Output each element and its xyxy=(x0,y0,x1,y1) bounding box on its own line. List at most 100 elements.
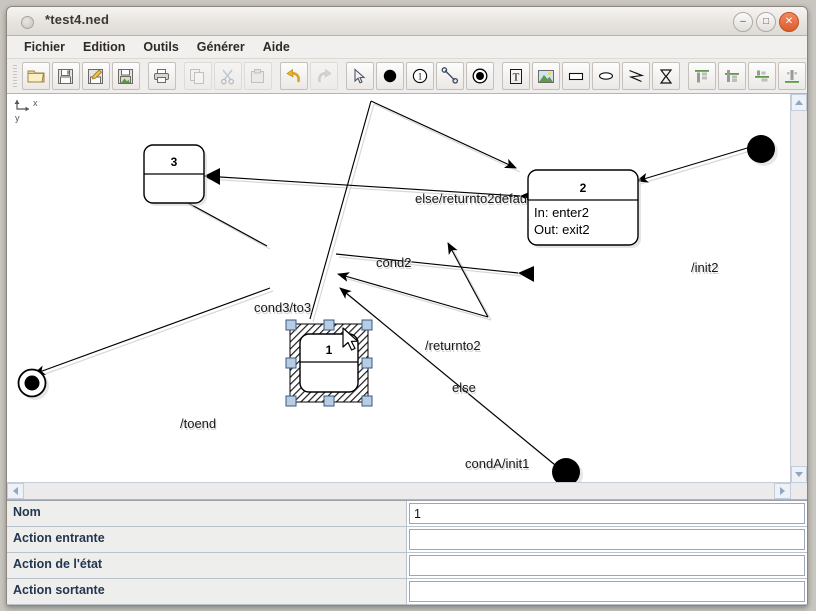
menu-fichier[interactable]: Fichier xyxy=(15,38,74,56)
application-window: *test4.ned – □ ✕ Fichier Edition Outils … xyxy=(6,6,808,606)
toolbar: 1 T xyxy=(7,59,807,94)
polyline-tool-button[interactable] xyxy=(622,62,650,90)
state-icon: 1 xyxy=(411,67,429,85)
action-entrante-input[interactable] xyxy=(409,529,805,550)
window-menu-icon[interactable] xyxy=(21,16,34,29)
transition-line xyxy=(371,101,516,168)
property-table: Nom Action entrante Action de l'état Act… xyxy=(7,500,807,606)
paste-button[interactable] xyxy=(244,62,272,90)
minimize-button[interactable]: – xyxy=(733,12,753,32)
rectangle-tool-button[interactable] xyxy=(562,62,590,90)
transition-label: /returnto2 xyxy=(425,338,481,353)
redo-icon xyxy=(315,68,333,84)
image-tool-button[interactable] xyxy=(532,62,560,90)
copy-button[interactable] xyxy=(184,62,212,90)
transition-line xyxy=(34,288,270,374)
window-title: *test4.ned xyxy=(45,12,109,27)
print-icon xyxy=(153,68,170,84)
cut-button[interactable] xyxy=(214,62,242,90)
property-value-cell xyxy=(407,553,807,578)
property-value-cell xyxy=(407,501,807,526)
toolbar-grip[interactable] xyxy=(13,65,17,87)
horizontal-scrollbar[interactable] xyxy=(7,482,791,499)
transition-line xyxy=(340,288,560,469)
align-middle-button[interactable] xyxy=(718,62,746,90)
toolbar-group-history xyxy=(279,62,339,90)
transition-line xyxy=(336,254,518,273)
toolbar-group-align xyxy=(687,62,807,90)
transition-line xyxy=(448,243,488,317)
align-bottom-button[interactable] xyxy=(778,62,806,90)
undo-icon xyxy=(285,68,303,84)
state-entry-action: In: enter2 xyxy=(534,205,589,220)
svg-text:T: T xyxy=(513,71,520,83)
scroll-right-button[interactable] xyxy=(774,483,791,499)
state-node-3[interactable]: 3 xyxy=(144,145,207,206)
menu-aide[interactable]: Aide xyxy=(254,38,299,56)
state-name: 3 xyxy=(171,155,178,169)
svg-text:1: 1 xyxy=(418,72,423,82)
scroll-down-button[interactable] xyxy=(791,466,807,483)
initial-state-button[interactable] xyxy=(376,62,404,90)
ellipse-tool-button[interactable] xyxy=(592,62,620,90)
menu-edition[interactable]: Edition xyxy=(74,38,134,56)
menu-outils[interactable]: Outils xyxy=(134,38,187,56)
align-left-icon xyxy=(753,68,771,85)
window-controls: – □ ✕ xyxy=(733,12,799,32)
save-icon xyxy=(57,68,74,85)
save-export-icon xyxy=(117,68,134,85)
pseudostate-initial-right[interactable] xyxy=(747,135,778,166)
scroll-left-button[interactable] xyxy=(7,483,24,499)
copy-icon xyxy=(189,68,206,85)
table-row: Action entrante xyxy=(7,527,807,553)
transition-line xyxy=(310,101,371,319)
state-diagram: else/returnto2default else/returnto2defa… xyxy=(7,94,791,483)
state-button[interactable]: 1 xyxy=(406,62,434,90)
print-button[interactable] xyxy=(148,62,176,90)
maximize-button[interactable]: □ xyxy=(756,12,776,32)
nom-input[interactable] xyxy=(409,503,805,524)
action-etat-input[interactable] xyxy=(409,555,805,576)
open-folder-button[interactable] xyxy=(22,62,50,90)
final-state-button[interactable] xyxy=(466,62,494,90)
state-node-1[interactable]: 1 xyxy=(286,320,372,406)
toolbar-group-print xyxy=(147,62,177,90)
diagram-canvas[interactable]: x y xyxy=(7,94,791,483)
text-tool-button[interactable]: T xyxy=(502,62,530,90)
redo-button[interactable] xyxy=(310,62,338,90)
save-export-button[interactable] xyxy=(112,62,140,90)
save-edit-icon xyxy=(87,68,104,85)
state-node-2[interactable]: 2 In: enter2 Out: exit2 xyxy=(528,170,641,248)
cut-icon xyxy=(219,68,236,85)
close-button[interactable]: ✕ xyxy=(779,12,799,32)
action-sortante-input[interactable] xyxy=(409,581,805,602)
transition-label: /init2 xyxy=(691,260,718,275)
polyline-tool-icon xyxy=(627,68,645,84)
align-top-button[interactable] xyxy=(688,62,716,90)
transition-button[interactable] xyxy=(436,62,464,90)
rectangle-tool-icon xyxy=(567,69,585,83)
undo-button[interactable] xyxy=(280,62,308,90)
transition-label: else/returnto2default xyxy=(415,191,534,206)
select-pointer-button[interactable] xyxy=(346,62,374,90)
toolbar-group-clipboard xyxy=(183,62,273,90)
table-row: Action sortante xyxy=(7,579,807,605)
image-tool-icon xyxy=(537,69,555,84)
pseudostate-initial-bottom[interactable] xyxy=(552,458,583,483)
state-name: 1 xyxy=(326,343,333,357)
hourglass-tool-icon xyxy=(658,68,674,85)
final-state-icon xyxy=(471,67,489,85)
menu-generer[interactable]: Générer xyxy=(188,38,254,56)
property-label-action-entrante: Action entrante xyxy=(7,527,407,552)
save-as-button[interactable] xyxy=(82,62,110,90)
toolbar-group-drawing: T xyxy=(501,62,681,90)
save-button[interactable] xyxy=(52,62,80,90)
scrollbar-corner xyxy=(791,483,807,499)
scroll-up-button[interactable] xyxy=(791,94,807,111)
vertical-scrollbar[interactable] xyxy=(790,94,807,483)
align-left-button[interactable] xyxy=(748,62,776,90)
state-exit-action: Out: exit2 xyxy=(534,222,590,237)
toolbar-group-statemachine: 1 xyxy=(345,62,495,90)
transition-label: condA/init1 xyxy=(465,456,529,471)
hourglass-tool-button[interactable] xyxy=(652,62,680,90)
